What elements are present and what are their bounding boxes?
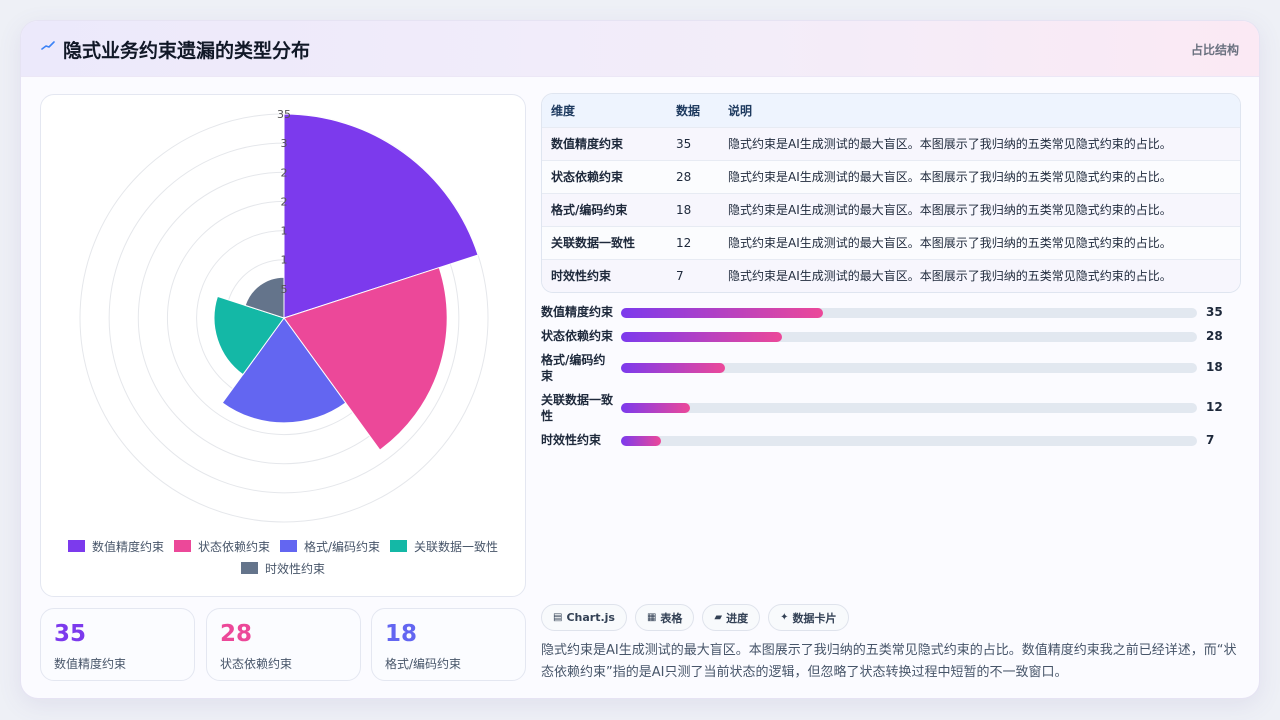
stat-label: 数值精度约束	[54, 657, 127, 671]
radial-tick-label: 2	[281, 195, 288, 208]
cell-dimension: 数值精度约束	[551, 137, 624, 151]
legend-swatch	[390, 540, 408, 552]
progress-fill	[621, 403, 691, 413]
cell-dimension: 时效性约束	[551, 269, 612, 284]
table-row: 时效性约束 7 隐式约束是AI生成测试的最大盲区。本图展示了我归纳的五类常见隐式…	[542, 259, 1240, 292]
progress-track	[621, 363, 1197, 373]
radial-tick-label: 1	[281, 254, 288, 267]
radial-tick-label: 35	[277, 108, 291, 121]
legend-label: 数值精度约束	[91, 539, 164, 554]
legend-label: 时效性约束	[264, 561, 325, 576]
data-table: 维度 数据 说明 数值精度约束 35 隐式约束是AI生成测试的最大盲区。本图展示…	[541, 93, 1241, 293]
table-row: 格式/编码约束 18 隐式约束是AI生成测试的最大盲区。本图展示了我归纳的五类常…	[542, 193, 1240, 226]
main-card: 隐式业务约束遗漏的类型分布 占比结构 35 3 2 2 1 1 5 数值精度约束 状态依赖约束…	[20, 20, 1260, 699]
cell-value: 28	[676, 169, 692, 184]
card-header: 隐式业务约束遗漏的类型分布 占比结构	[21, 21, 1259, 77]
table-row: 数值精度约束 35 隐式约束是AI生成测试的最大盲区。本图展示了我归纳的五类常见…	[542, 127, 1240, 160]
chart-legend: 数值精度约束 状态依赖约束 格式/编码约束 关联数据一致性时效性约束	[41, 538, 525, 576]
progress-label: 格式/编码约束	[541, 353, 606, 383]
cell-description: 隐式约束是AI生成测试的最大盲区。本图展示了我归纳的五类常见隐式约束的占比。	[728, 269, 1172, 284]
col-header-dimension: 维度	[551, 103, 576, 118]
progress-label: 时效性约束	[541, 433, 602, 447]
stat-card-1: 28 状态依赖约束	[206, 608, 361, 681]
cell-value: 7	[676, 268, 684, 283]
stat-value: 35	[54, 621, 87, 647]
stat-card-0: 35 数值精度约束	[40, 608, 195, 681]
stat-value: 18	[385, 621, 418, 647]
progress-value: 28	[1206, 329, 1223, 343]
radial-tick-label: 3	[281, 137, 288, 150]
legend-item[interactable]: 时效性约束	[240, 560, 325, 576]
chip-progress[interactable]: ▰ 进度	[702, 604, 761, 631]
progress-label: 状态依赖约束	[541, 329, 614, 343]
table-row: 关联数据一致性 12 隐式约束是AI生成测试的最大盲区。本图展示了我归纳的五类常…	[542, 226, 1240, 259]
col-header-value: 数据	[676, 103, 701, 118]
description-text: 隐式约束是AI生成测试的最大盲区。本图展示了我归纳的五类常见隐式约束的占比。数值…	[541, 643, 1237, 680]
chart-icon: ▤	[553, 612, 563, 623]
chip-label: 进度	[726, 611, 749, 625]
chip-table[interactable]: ▦ 表格	[634, 604, 695, 631]
chip-label: 数据卡片	[792, 611, 837, 625]
chip-data-cards[interactable]: ✦ 数据卡片	[768, 604, 849, 631]
line-chart-icon	[41, 41, 55, 50]
table-header-row: 维度 数据 说明	[542, 94, 1240, 127]
cell-value: 18	[676, 202, 692, 217]
progress-track	[621, 403, 1197, 413]
progress-value: 18	[1206, 360, 1223, 374]
legend-swatch	[67, 540, 85, 552]
legend-label: 状态依赖约束	[197, 539, 270, 554]
legend-swatch	[173, 540, 191, 552]
progress-value: 35	[1206, 305, 1223, 319]
progress-label: 关联数据一致性	[541, 393, 614, 423]
progress-value: 12	[1206, 400, 1223, 414]
stat-value: 28	[220, 621, 253, 647]
progress-fill	[621, 308, 823, 318]
cell-dimension: 状态依赖约束	[551, 170, 624, 184]
polar-chart-panel: 35 3 2 2 1 1 5 数值精度约束 状态依赖约束 格式/编码约束 关联数据一致性时效性约束	[40, 94, 526, 597]
stat-label: 状态依赖约束	[220, 657, 293, 671]
cell-description: 隐式约束是AI生成测试的最大盲区。本图展示了我归纳的五类常见隐式约束的占比。	[728, 203, 1172, 217]
cell-dimension: 关联数据一致性	[551, 236, 636, 250]
legend-item[interactable]: 数值精度约束	[67, 538, 164, 554]
feature-chips: ▤ Chart.js ▦ 表格 ▰ 进度 ✦ 数据卡片	[541, 604, 849, 631]
table-row: 状态依赖约束 28 隐式约束是AI生成测试的最大盲区。本图展示了我归纳的五类常见…	[542, 160, 1240, 193]
cell-description: 隐式约束是AI生成测试的最大盲区。本图展示了我归纳的五类常见隐式约束的占比。	[728, 236, 1172, 250]
page-title: 隐式业务约束遗漏的类型分布	[63, 40, 311, 62]
progress-fill	[621, 363, 725, 373]
cell-description: 隐式约束是AI生成测试的最大盲区。本图展示了我归纳的五类常见隐式约束的占比。	[728, 170, 1172, 184]
progress-icon: ▰	[714, 612, 723, 623]
legend-swatch	[279, 540, 297, 552]
chip-label: 表格	[660, 611, 683, 625]
progress-label: 数值精度约束	[541, 305, 614, 319]
progress-fill	[621, 436, 662, 446]
legend-swatch	[240, 562, 258, 574]
radial-tick-label: 1	[281, 225, 288, 238]
progress-track	[621, 332, 1197, 342]
chip-chartjs[interactable]: ▤ Chart.js	[541, 604, 627, 631]
sparkle-icon: ✦	[780, 612, 789, 623]
progress-track	[621, 308, 1197, 318]
legend-item[interactable]: 关联数据一致性	[390, 538, 498, 554]
stat-label: 格式/编码约束	[385, 657, 462, 671]
legend-item[interactable]: 格式/编码约束	[279, 538, 381, 554]
header-tag: 占比结构	[1190, 43, 1239, 57]
progress-value: 7	[1206, 433, 1215, 447]
cell-value: 12	[676, 235, 692, 250]
chip-label: Chart.js	[566, 611, 615, 624]
radial-tick-label: 5	[281, 283, 288, 296]
progress-track	[621, 436, 1197, 446]
cell-value: 35	[676, 136, 692, 151]
legend-label: 格式/编码约束	[303, 539, 381, 554]
legend-item[interactable]: 状态依赖约束	[173, 538, 270, 554]
legend-label: 关联数据一致性	[414, 539, 499, 554]
cell-dimension: 格式/编码约束	[551, 203, 628, 217]
col-header-description: 说明	[728, 103, 753, 118]
progress-fill	[621, 332, 783, 342]
radial-tick-label: 2	[281, 166, 288, 179]
table-icon: ▦	[646, 612, 657, 623]
stat-card-2: 18 格式/编码约束	[371, 608, 526, 681]
cell-description: 隐式约束是AI生成测试的最大盲区。本图展示了我归纳的五类常见隐式约束的占比。	[728, 137, 1172, 151]
polar-area-chart: 35 3 2 2 1 1 5	[79, 108, 489, 523]
